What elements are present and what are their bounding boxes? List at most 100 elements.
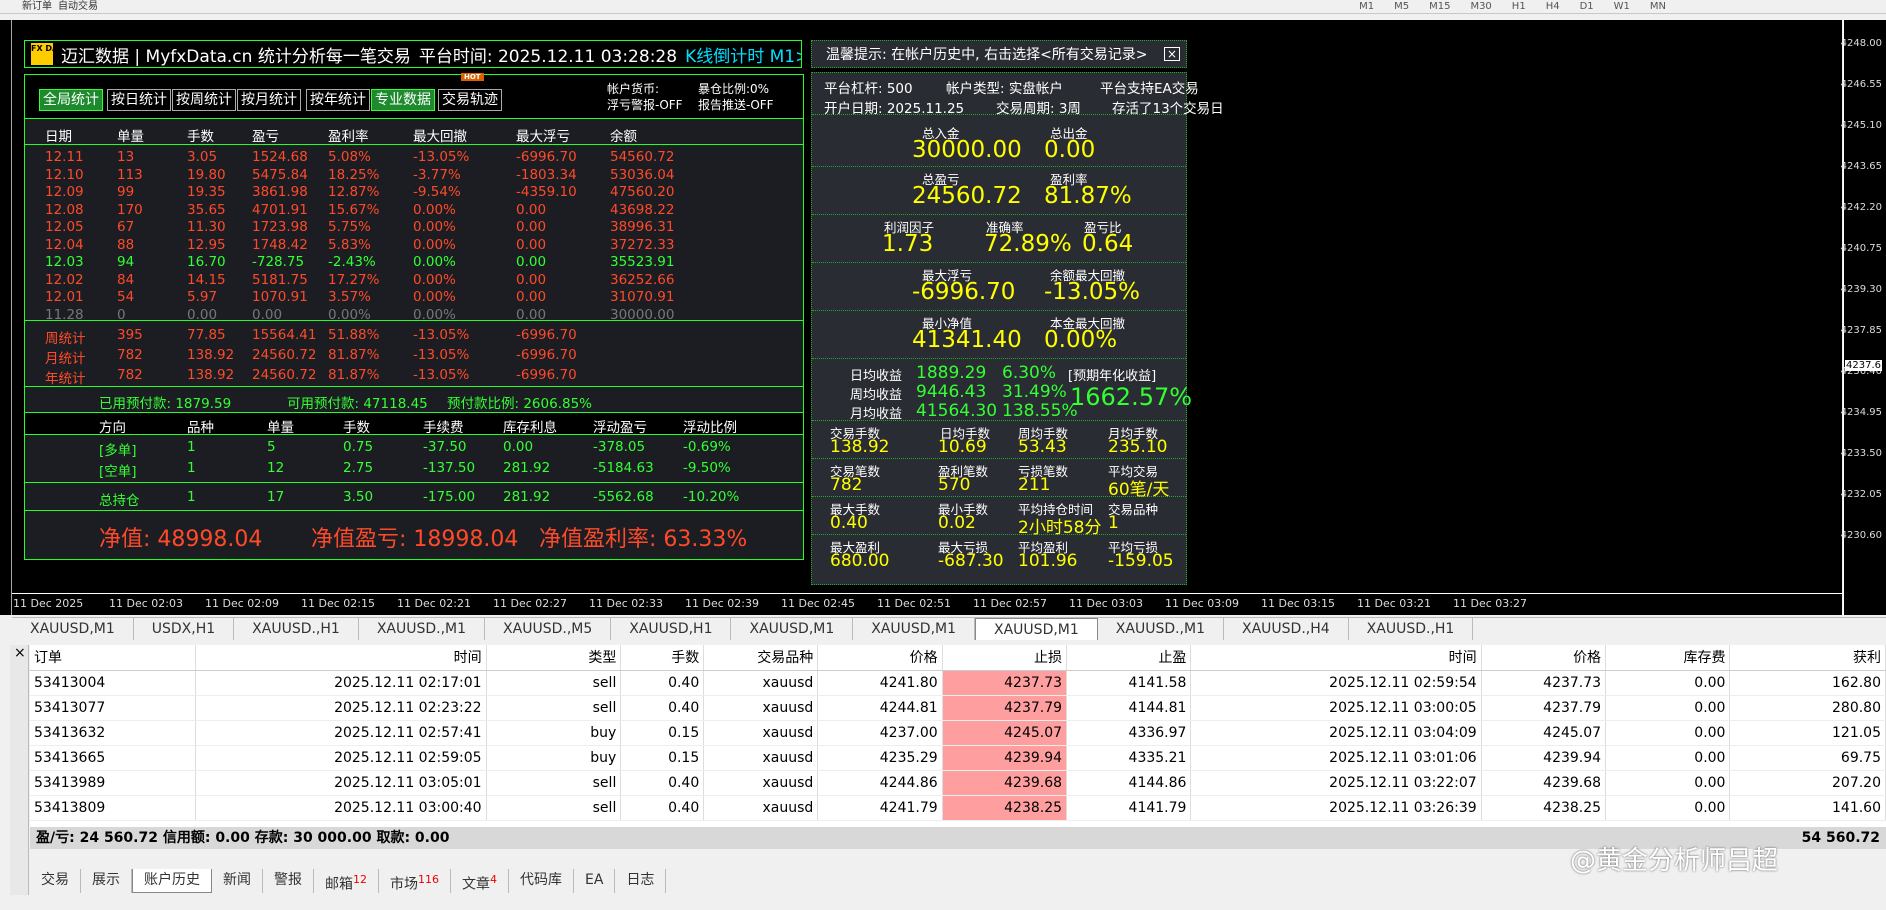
history-cell: 4244.81	[817, 695, 943, 721]
report-push[interactable]: 报告推送-OFF	[698, 97, 774, 114]
chart-tab[interactable]: XAUUSD,H1	[611, 618, 732, 640]
daily-cell: 170	[117, 201, 143, 218]
history-cell: 0.40	[620, 770, 705, 796]
stats-button-6[interactable]: 交易轨迹	[438, 89, 502, 111]
ratio-value: 72.89%	[984, 231, 1072, 257]
timeframe-h1[interactable]: H1	[1512, 1, 1526, 13]
chart-tab[interactable]: XAUUSD.,H1	[234, 618, 359, 640]
history-cell: xauusd	[703, 695, 819, 721]
history-header-cell[interactable]: 价格	[1481, 645, 1607, 671]
tab-label: 交易	[41, 872, 69, 888]
history-header-cell[interactable]: 类型	[486, 645, 622, 671]
stats-button-0[interactable]: 全局统计	[39, 89, 103, 111]
chart-tab[interactable]: USDX,H1	[134, 618, 235, 640]
terminal-tab[interactable]: 市场116	[379, 869, 451, 893]
daily-cell: 16.70	[187, 254, 226, 270]
position-cell: 0.75	[343, 439, 374, 455]
table-row[interactable]: 53413809 2025.12.11 03:00:40 sell 0.40 xauus…	[30, 795, 1886, 821]
position-header-cell: 库存利息	[503, 420, 557, 436]
daily-cell: 38996.31	[610, 219, 675, 235]
daily-cell: 12.95	[187, 236, 226, 253]
history-header-cell[interactable]: 止损	[942, 645, 1068, 671]
history-cell: 280.80	[1729, 695, 1886, 721]
grid-value: 782	[830, 475, 863, 495]
history-header-cell[interactable]: 库存费	[1605, 645, 1731, 671]
table-row[interactable]: 53413077 2025.12.11 02:23:22 sell 0.40 xauus…	[30, 695, 1886, 721]
margin-row: 已用预付款: 1879.59 可用预付款: 47118.45 预付款比例: 2606…	[25, 387, 803, 413]
table-row[interactable]: 53413632 2025.12.11 02:57:41 buy 0.15 xauusd…	[30, 720, 1886, 746]
history-header-cell[interactable]: 时间	[1190, 645, 1482, 671]
history-cell: 2025.12.11 03:05:01	[195, 770, 487, 796]
history-cell: 4241.79	[817, 795, 943, 821]
chart-tab[interactable]: XAUUSD.,H1	[1349, 618, 1474, 640]
auto-trading-button[interactable]: 自动交易	[58, 1, 98, 13]
terminal-tab[interactable]: 警报	[263, 869, 314, 893]
history-header-cell[interactable]: 获利	[1729, 645, 1886, 671]
tip-bar: 温馨提示: 在帐户历史中, 右击选择<所有交易记录> ×	[811, 40, 1187, 68]
stats-button-4[interactable]: 按年统计	[306, 89, 370, 111]
table-row[interactable]: 53413665 2025.12.11 02:59:05 buy 0.15 xauusd…	[30, 745, 1886, 771]
new-order-button[interactable]: 新订单	[22, 1, 52, 13]
terminal-tab[interactable]: 文章4	[451, 869, 509, 893]
stats-button-1[interactable]: 按日统计	[107, 89, 171, 111]
position-cell: -37.50	[423, 439, 467, 455]
time-label: 11 Dec 02:33	[589, 597, 663, 610]
chart-tab[interactable]: XAUUSD,M1	[731, 618, 854, 640]
float-alert[interactable]: 浮亏警报-OFF	[607, 97, 683, 114]
terminal-tab[interactable]: 新闻	[212, 869, 263, 893]
stats-button-3[interactable]: 按月统计	[237, 89, 301, 111]
equity-pl: 净值盈亏: 18998.04	[311, 527, 519, 552]
daily-cell: 5475.84	[252, 166, 308, 183]
stats-button-5[interactable]: 专业数据	[371, 89, 435, 111]
chart-tab[interactable]: XAUUSD.,H4	[1224, 618, 1349, 640]
history-cell: 141.60	[1729, 795, 1886, 821]
history-header-cell[interactable]: 订单	[30, 645, 197, 671]
timeframe-h4[interactable]: H4	[1546, 1, 1560, 13]
terminal-tab[interactable]: 交易	[30, 869, 81, 893]
terminal-tab[interactable]: 邮箱12	[314, 869, 379, 893]
chart-tab[interactable]: XAUUSD,M1	[975, 618, 1098, 640]
total-cell: 17	[267, 489, 285, 505]
position-cell: 281.92	[503, 460, 551, 476]
history-header-cell[interactable]: 止盈	[1066, 645, 1192, 671]
table-row[interactable]: 53413989 2025.12.11 03:05:01 sell 0.40 xauus…	[30, 770, 1886, 796]
daily-cell: 99	[117, 184, 135, 200]
return-amount: 1889.29	[916, 363, 987, 383]
timeframe-w1[interactable]: W1	[1614, 1, 1630, 13]
timeframe-m15[interactable]: M15	[1429, 1, 1450, 13]
terminal-tab[interactable]: 日志	[615, 869, 667, 893]
daily-cell: 5.83%	[328, 236, 371, 253]
chart-tab[interactable]: XAUUSD,M1	[12, 618, 134, 640]
time-label: 11 Dec 02:21	[397, 597, 471, 610]
chart-tab[interactable]: XAUUSD.,M5	[485, 618, 612, 640]
history-header-cell[interactable]: 手数	[620, 645, 705, 671]
history-header-cell[interactable]: 时间	[195, 645, 487, 671]
chart-tab[interactable]: XAUUSD.,M1	[359, 618, 486, 640]
timeframe-m5[interactable]: M5	[1394, 1, 1409, 13]
table-row[interactable]: 53413004 2025.12.11 02:17:01 sell 0.40 xauus…	[30, 670, 1886, 696]
terminal-tab[interactable]: 账户历史	[132, 869, 212, 893]
history-cell: 4241.80	[817, 670, 943, 696]
terminal-tab[interactable]: 展示	[81, 869, 132, 893]
daily-cell: 54	[117, 289, 135, 305]
stats-button-2[interactable]: 按周统计	[172, 89, 236, 111]
history-cell: 2025.12.11 03:01:06	[1190, 745, 1482, 771]
close-terminal-icon[interactable]: ×	[14, 645, 26, 661]
terminal-tab[interactable]: 代码库	[509, 869, 574, 893]
history-cell: sell	[486, 695, 622, 721]
daily-cell: 54560.72	[610, 149, 675, 165]
stats-title-bar: FX DATA 迈汇数据 | MyfxData.cn 统计分析每一笔交易 平台时…	[24, 40, 802, 68]
close-icon[interactable]: ×	[1164, 47, 1180, 61]
daily-cell: 17.27%	[328, 271, 380, 288]
timeframe-d1[interactable]: D1	[1580, 1, 1594, 13]
timeframe-m30[interactable]: M30	[1470, 1, 1491, 13]
total-cell: -175.00	[423, 489, 476, 505]
history-header-cell[interactable]: 交易品种	[703, 645, 819, 671]
history-cell: 4141.58	[1066, 670, 1192, 696]
history-header-cell[interactable]: 价格	[817, 645, 943, 671]
timeframe-m1[interactable]: M1	[1359, 1, 1374, 13]
terminal-tab[interactable]: EA	[574, 869, 616, 893]
chart-tab[interactable]: XAUUSD,M1	[853, 618, 976, 640]
timeframe-mn[interactable]: MN	[1650, 1, 1666, 13]
chart-tab[interactable]: XAUUSD.,M1	[1098, 618, 1224, 640]
